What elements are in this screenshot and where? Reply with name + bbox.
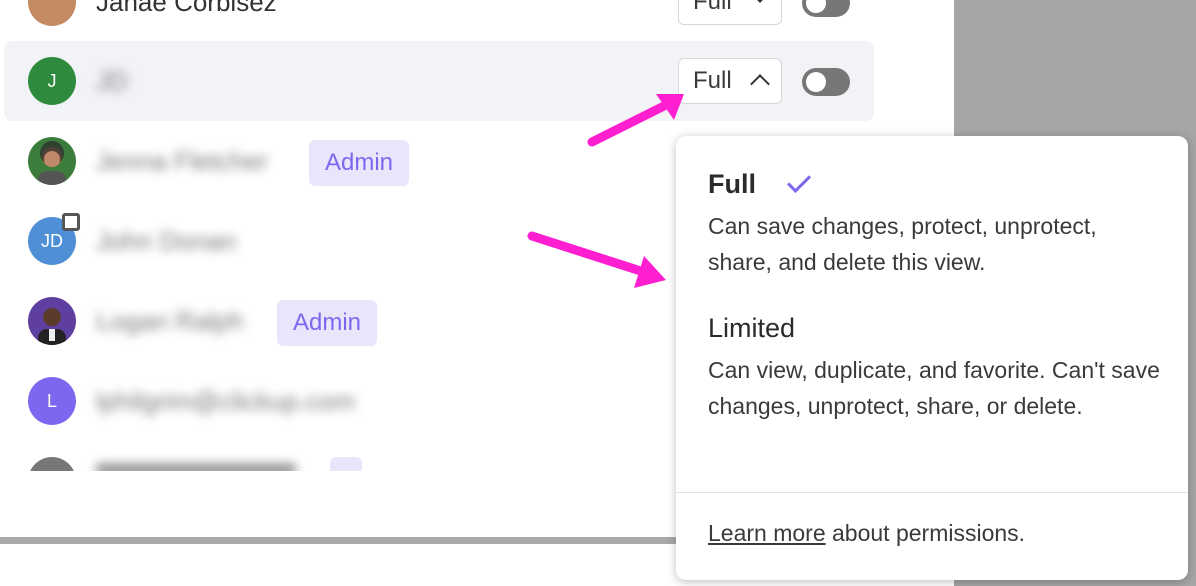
admin-badge: Admin (309, 140, 410, 186)
permission-value: Full (693, 67, 732, 94)
check-icon (786, 168, 811, 194)
option-limited-description: Can view, duplicate, and favorite. Can't… (708, 357, 1160, 419)
permission-select[interactable]: Full (678, 58, 782, 104)
option-limited-title: Limited (708, 313, 796, 343)
toggle-switch[interactable] (802, 68, 850, 96)
avatar-photo (38, 308, 66, 345)
member-name (96, 463, 296, 471)
avatar: J (28, 57, 76, 105)
option-full-description: Can save changes, protect, unprotect, sh… (708, 213, 1097, 275)
member-name: Jenna Fletcher (96, 146, 268, 176)
permission-select[interactable]: Full (678, 0, 782, 25)
avatar: JD (28, 213, 80, 265)
learn-more-link[interactable]: Learn more (708, 520, 826, 546)
option-full[interactable]: Full Can save changes, protect, unprotec… (708, 168, 1160, 280)
member-row-active: J JD Full (4, 41, 874, 121)
chevron-down-icon (750, 0, 770, 3)
popup-divider (676, 492, 1188, 493)
toggle-switch[interactable] (802, 0, 850, 17)
guest-indicator-icon (62, 213, 80, 231)
admin-badge: Admin (277, 300, 378, 346)
annotation-arrow-icon (587, 94, 684, 147)
annotation-arrow-icon (527, 231, 666, 288)
avatar (28, 0, 76, 26)
admin-badge (330, 457, 362, 471)
member-name: Logan Ralph (96, 306, 244, 336)
popup-footer: Learn more about permissions. (708, 520, 1025, 547)
member-name: JD (96, 66, 128, 96)
avatar-photo (38, 141, 66, 185)
avatar (28, 137, 76, 185)
chevron-up-icon (750, 74, 770, 94)
avatar (28, 297, 76, 345)
avatar-initials: JD (41, 230, 63, 251)
avatar: L (28, 377, 76, 425)
footer-text: about permissions. (825, 520, 1026, 546)
member-row: Janae Corbisez Full (4, 0, 874, 42)
option-full-title: Full (708, 169, 756, 199)
permission-value: Full (693, 0, 732, 15)
avatar-initials: J (47, 70, 57, 91)
member-name: Janae Corbisez (96, 0, 277, 17)
option-full-title-row: Full (708, 168, 1160, 200)
member-name: lphilgrim@clickup.com (96, 386, 356, 416)
option-limited[interactable]: Limited Can view, duplicate, and favorit… (708, 312, 1160, 424)
permissions-dropdown: Full Can save changes, protect, unprotec… (676, 136, 1188, 580)
member-name: John Donan (96, 226, 237, 256)
avatar (28, 457, 76, 471)
avatar-initials: L (46, 390, 57, 411)
